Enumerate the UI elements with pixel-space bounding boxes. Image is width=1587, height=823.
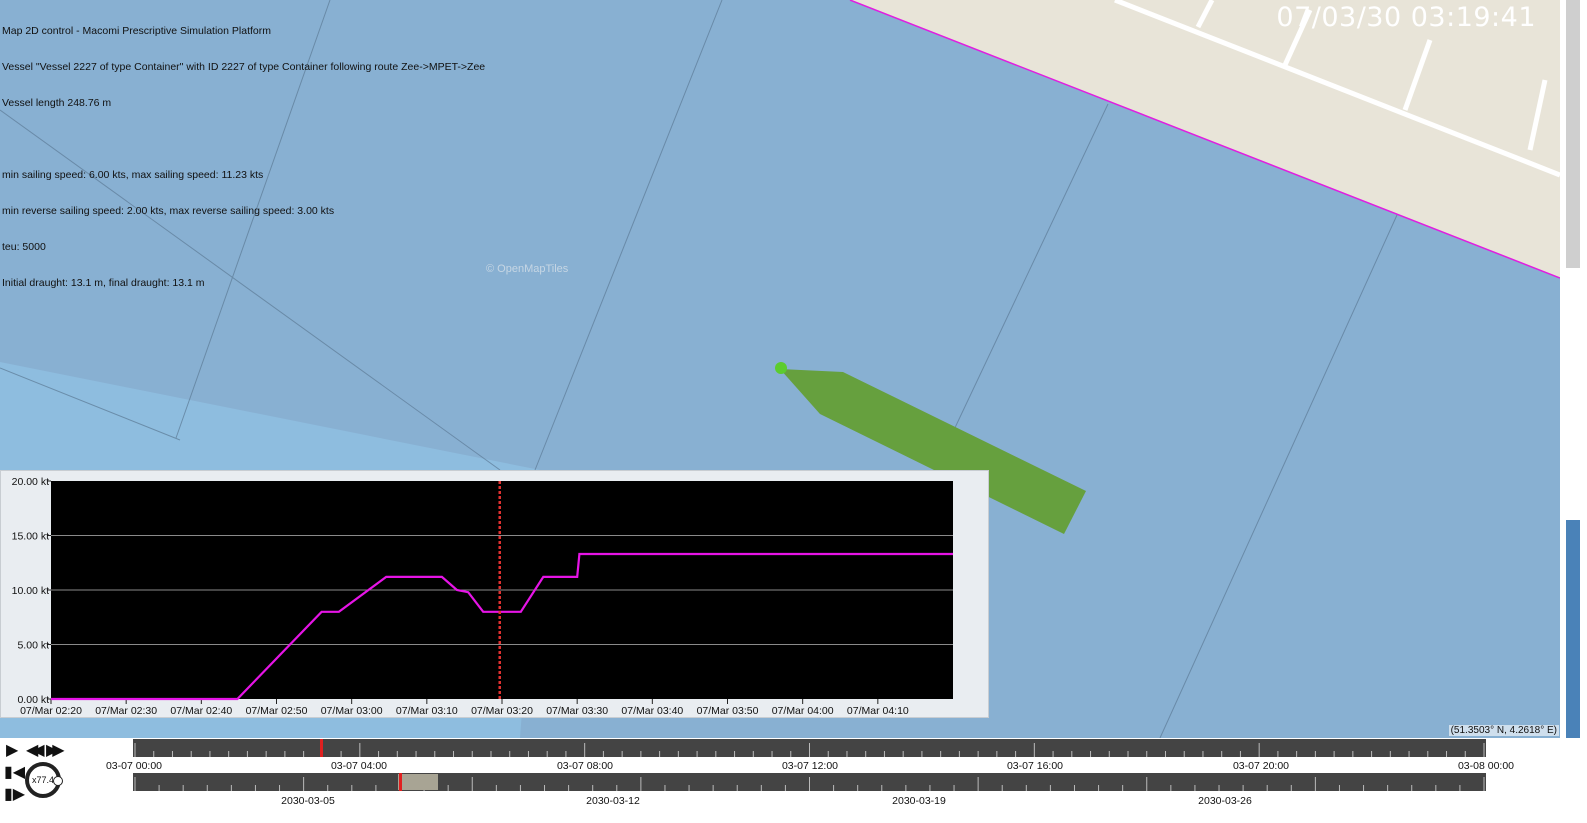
timeline-hour-label: 03-07 12:00 — [781, 760, 839, 772]
x-tick-label: 07/Mar 03:20 — [471, 705, 533, 717]
info-line: teu: 5000 — [2, 241, 46, 253]
y-tick-label: 15.00 kt — [12, 531, 49, 543]
timeline-hour-label: 03-08 00:00 — [1457, 760, 1515, 772]
current-time-marker[interactable] — [320, 739, 323, 757]
scrollbar-thumb[interactable] — [1566, 520, 1580, 738]
x-tick-label: 07/Mar 04:00 — [772, 705, 834, 717]
timeline-hour-label: 03-07 08:00 — [556, 760, 614, 772]
step-forward-icon[interactable]: ▮▶ — [4, 784, 25, 804]
info-line: Map 2D control - Macomi Prescriptive Sim… — [2, 25, 272, 37]
rewind-icon[interactable]: ◀◀ — [26, 740, 44, 760]
timeline-hour-label: 03-07 04:00 — [330, 760, 388, 772]
y-tick-label: 10.00 kt — [12, 585, 49, 597]
fast-forward-icon[interactable]: ▶▶ — [46, 740, 64, 760]
scrollbar-track[interactable] — [1566, 0, 1580, 268]
timeline-date-label: 2030-03-26 — [1198, 795, 1252, 807]
map-attribution: © OpenMapTiles — [486, 263, 569, 275]
x-tick-label: 07/Mar 03:40 — [621, 705, 683, 717]
timeline-panel: ▶ ◀◀ ▶▶ ▮◀ ▮▶ x77.4 03-07 00:00 03-07 04:… — [0, 738, 1560, 823]
info-line — [2, 133, 485, 145]
timeline-hour-label: 03-07 00:00 — [105, 760, 163, 772]
y-tick-label: 20.00 kt — [12, 476, 49, 488]
timeline-date-label: 2030-03-12 — [586, 795, 640, 807]
x-tick-label: 07/Mar 02:40 — [170, 705, 232, 717]
x-tick-label: 07/Mar 02:20 — [20, 705, 82, 717]
timeline-hour-label: 03-07 20:00 — [1232, 760, 1290, 772]
x-tick-label: 07/Mar 04:10 — [847, 705, 909, 717]
day-timeline-ticks — [134, 743, 1485, 757]
speed-chart-panel: 0.00 kt 5.00 kt 10.00 kt 15.00 kt 20.00 kt 07… — [0, 470, 989, 718]
step-back-icon[interactable]: ▮◀ — [4, 762, 25, 782]
x-tick-label: 07/Mar 02:50 — [246, 705, 308, 717]
speed-chart: 0.00 kt5.00 kt10.00 kt15.00 kt20.00 kt07… — [12, 476, 953, 717]
vessel-info-panel: Map 2D control - Macomi Prescriptive Sim… — [2, 1, 485, 313]
x-tick-label: 07/Mar 02:30 — [95, 705, 157, 717]
x-tick-label: 07/Mar 03:50 — [697, 705, 759, 717]
day-timeline-bar[interactable] — [133, 739, 1486, 757]
timeline-hour-label: 03-07 16:00 — [1006, 760, 1064, 772]
speed-dial-knob[interactable] — [53, 776, 63, 786]
play-icon[interactable]: ▶ — [6, 740, 18, 760]
vertical-scrollbar[interactable] — [1560, 0, 1587, 823]
timeline-date-label: 2030-03-05 — [281, 795, 335, 807]
current-time-marker[interactable] — [399, 773, 402, 791]
x-tick-label: 07/Mar 03:00 — [321, 705, 383, 717]
x-tick-label: 07/Mar 03:10 — [396, 705, 458, 717]
info-line: Vessel "Vessel 2227 of type Container" w… — [2, 61, 486, 73]
info-line: min reverse sailing speed: 2.00 kts, max… — [2, 205, 335, 217]
cursor-coordinates: (51.3503° N, 4.2618° E) — [1448, 725, 1559, 736]
speed-dial[interactable]: x77.4 — [25, 762, 63, 798]
info-line: Initial draught: 13.1 m, final draught: … — [2, 277, 205, 289]
timeline-date-label: 2030-03-19 — [892, 795, 946, 807]
vessel-position-marker[interactable] — [775, 362, 787, 374]
x-tick-label: 07/Mar 03:30 — [546, 705, 608, 717]
info-line: Vessel length 248.76 m — [2, 97, 112, 109]
info-line: min sailing speed: 6.00 kts, max sailing… — [2, 169, 264, 181]
y-tick-label: 5.00 kt — [17, 640, 49, 652]
month-timeline-ticks — [134, 777, 1485, 791]
map-view[interactable]: Map 2D control - Macomi Prescriptive Sim… — [0, 0, 1560, 738]
visible-range-window[interactable] — [398, 774, 438, 790]
month-timeline-bar[interactable] — [133, 773, 1486, 791]
simulation-clock: 07/03/30 03:19:41 — [1276, 2, 1536, 33]
